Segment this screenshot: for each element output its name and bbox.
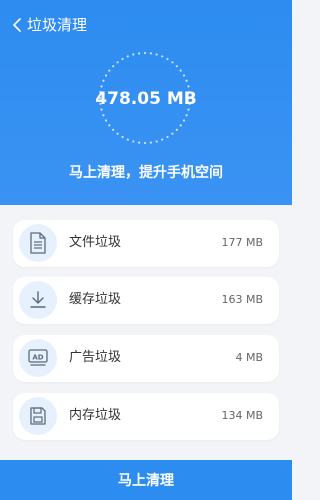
item-label: 缓存垃圾 <box>69 292 122 307</box>
item-size: 163 MB <box>221 293 263 306</box>
ring-dot <box>112 128 115 131</box>
item-label: 内存垃圾 <box>69 408 122 423</box>
ring-dot <box>149 141 152 144</box>
ring-dot <box>182 119 186 122</box>
ring-dot <box>138 52 141 55</box>
ring-dot <box>179 124 182 127</box>
ring-dot <box>182 74 186 77</box>
ring-dot <box>116 132 119 135</box>
memory-card-icon <box>19 397 57 435</box>
ring-dot <box>108 124 111 127</box>
ring-dot <box>143 51 147 55</box>
ring-dot <box>132 53 135 56</box>
title-bar: 垃圾清理 <box>0 10 292 40</box>
ring-dot <box>116 61 119 64</box>
ring-dot <box>155 140 158 143</box>
item-size: 134 MB <box>221 409 263 422</box>
ring-dot <box>121 135 124 139</box>
tagline: 马上清理，提升手机空间 <box>69 165 223 181</box>
ring-dot <box>126 55 129 58</box>
item-label: 广告垃圾 <box>69 350 122 365</box>
file-icon <box>19 224 57 262</box>
ring-dot <box>175 65 178 68</box>
ring-dot <box>149 52 152 55</box>
clean-now-button[interactable]: 马上清理 <box>0 460 292 500</box>
ring-dot <box>132 140 135 143</box>
ring-dot <box>175 128 178 131</box>
ring-dot <box>185 79 188 82</box>
ring-dot <box>161 55 164 58</box>
item-size: 177 MB <box>221 236 263 249</box>
list-item-ad-junk[interactable]: AD 广告垃圾 4 MB <box>13 335 279 382</box>
header-panel: 垃圾清理 478.05 MB 马上清理，提升手机空间 <box>0 0 292 205</box>
total-junk-size: 478.05 MB <box>95 89 197 109</box>
ring-dot <box>171 132 174 135</box>
ring-dot <box>155 53 158 56</box>
item-label: 文件垃圾 <box>69 235 122 250</box>
ring-dot <box>161 138 164 141</box>
ring-dot <box>185 114 188 117</box>
list-item-memory-junk[interactable]: 内存垃圾 134 MB <box>13 393 279 440</box>
ring-dot <box>108 69 111 72</box>
ring-dot <box>121 57 124 61</box>
item-size: 4 MB <box>235 351 263 364</box>
back-arrow-icon[interactable] <box>10 16 24 34</box>
ring-dot <box>171 61 174 64</box>
svg-text:AD: AD <box>32 354 43 362</box>
ring-dot <box>166 135 169 139</box>
list-item-file-junk[interactable]: 文件垃圾 177 MB <box>13 220 279 267</box>
ring-dot <box>179 69 182 72</box>
download-icon <box>19 281 57 319</box>
ring-dot <box>143 141 147 145</box>
ring-dot <box>102 79 105 82</box>
ring-dot <box>102 114 105 117</box>
list-item-cache-junk[interactable]: 缓存垃圾 163 MB <box>13 277 279 324</box>
ad-icon: AD <box>19 339 57 377</box>
ring-dot <box>104 74 108 77</box>
ring-dot <box>112 65 115 68</box>
ring-dot <box>166 57 169 61</box>
ring-dot <box>126 138 129 141</box>
ring-dot <box>138 141 141 144</box>
page-title: 垃圾清理 <box>27 16 88 34</box>
ring-dot <box>104 119 108 122</box>
